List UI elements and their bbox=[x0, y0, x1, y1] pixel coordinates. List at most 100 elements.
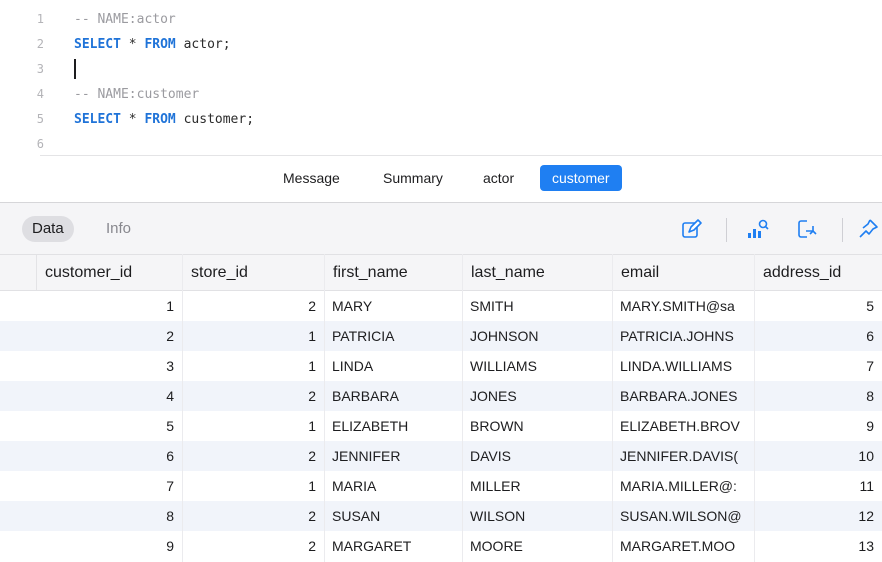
code-text: SELECT * FROM customer; bbox=[74, 107, 254, 132]
table-cell-first-name[interactable]: BARBARA bbox=[324, 381, 462, 411]
code-line[interactable]: 3 bbox=[0, 57, 882, 82]
code-line[interactable]: 1 -- NAME:actor bbox=[0, 7, 882, 32]
sql-text: actor; bbox=[175, 37, 231, 52]
table-cell-first-name[interactable]: PATRICIA bbox=[324, 321, 462, 351]
table-cell-email[interactable]: SUSAN.WILSON@ bbox=[612, 501, 754, 531]
line-number: 6 bbox=[36, 137, 44, 151]
table-cell-store-id[interactable]: 2 bbox=[182, 441, 324, 471]
table-row[interactable]: 6 2 JENNIFER DAVIS JENNIFER.DAVIS(10 bbox=[0, 441, 882, 471]
edit-icon[interactable] bbox=[680, 217, 704, 241]
table-cell-customer-id[interactable]: 2 bbox=[36, 321, 182, 351]
column-header-customer-id[interactable]: customer_id bbox=[36, 255, 182, 290]
column-divider bbox=[324, 254, 325, 562]
table-cell-last-name[interactable]: WILLIAMS bbox=[462, 351, 612, 381]
table-cell-last-name[interactable]: BROWN bbox=[462, 411, 612, 441]
table-cell-store-id[interactable]: 2 bbox=[182, 531, 324, 561]
table-cell-customer-id[interactable]: 4 bbox=[36, 381, 182, 411]
table-cell-last-name[interactable]: SMITH bbox=[462, 291, 612, 321]
table-cell-last-name[interactable]: DAVIS bbox=[462, 441, 612, 471]
table-cell-email[interactable]: JENNIFER.DAVIS( bbox=[612, 441, 754, 471]
pin-icon[interactable] bbox=[856, 217, 880, 241]
code-line[interactable]: 4 -- NAME:customer bbox=[0, 82, 882, 107]
editor-divider bbox=[40, 155, 882, 156]
table-cell-first-name[interactable]: MARGARET bbox=[324, 531, 462, 561]
table-cell-first-name[interactable]: SUSAN bbox=[324, 501, 462, 531]
table-row[interactable]: 4 2 BARBARA JONES BARBARA.JONES 8 bbox=[0, 381, 882, 411]
table-cell-first-name[interactable]: MARIA bbox=[324, 471, 462, 501]
line-number: 2 bbox=[36, 37, 44, 51]
table-cell-store-id[interactable]: 2 bbox=[182, 381, 324, 411]
code-text: -- NAME:actor bbox=[74, 7, 176, 32]
table-cell-email[interactable]: LINDA.WILLIAMS bbox=[612, 351, 754, 381]
code-line[interactable]: 2 SELECT * FROM actor; bbox=[0, 32, 882, 57]
table-cell-first-name[interactable]: MARY bbox=[324, 291, 462, 321]
table-cell-customer-id[interactable]: 5 bbox=[36, 411, 182, 441]
table-cell-last-name[interactable]: JONES bbox=[462, 381, 612, 411]
export-icon[interactable] bbox=[795, 217, 819, 241]
table-cell-address-id[interactable]: 11 bbox=[754, 471, 882, 501]
sql-editor[interactable]: 1 -- NAME:actor 2 SELECT * FROM actor; 3 4 -- … bbox=[0, 0, 882, 155]
table-cell-email[interactable]: MARGARET.MOO bbox=[612, 531, 754, 561]
toolbar-divider bbox=[842, 218, 843, 242]
column-header-last-name[interactable]: last_name bbox=[462, 255, 612, 290]
column-header-store-id[interactable]: store_id bbox=[182, 255, 324, 290]
table-cell-address-id[interactable]: 5 bbox=[754, 291, 882, 321]
table-cell-email[interactable]: MARY.SMITH@sa bbox=[612, 291, 754, 321]
table-row[interactable]: 5 1 ELIZABETH BROWN ELIZABETH.BROV 9 bbox=[0, 411, 882, 441]
table-cell-customer-id[interactable]: 7 bbox=[36, 471, 182, 501]
table-cell-email[interactable]: ELIZABETH.BROV bbox=[612, 411, 754, 441]
table-cell-store-id[interactable]: 1 bbox=[182, 321, 324, 351]
toolbar-divider bbox=[726, 218, 727, 242]
table-cell-first-name[interactable]: JENNIFER bbox=[324, 441, 462, 471]
table-cell-first-name[interactable]: ELIZABETH bbox=[324, 411, 462, 441]
data-view-button[interactable]: Data bbox=[22, 216, 74, 242]
table-cell-email[interactable]: PATRICIA.JOHNS bbox=[612, 321, 754, 351]
table-row[interactable]: 8 2 SUSAN WILSON SUSAN.WILSON@ 12 bbox=[0, 501, 882, 531]
table-cell-store-id[interactable]: 2 bbox=[182, 501, 324, 531]
table-cell-address-id[interactable]: 7 bbox=[754, 351, 882, 381]
table-cell-last-name[interactable]: MOORE bbox=[462, 531, 612, 561]
table-cell-email[interactable]: MARIA.MILLER@: bbox=[612, 471, 754, 501]
column-header-address-id[interactable]: address_id bbox=[754, 255, 882, 290]
table-cell-store-id[interactable]: 1 bbox=[182, 351, 324, 381]
table-row[interactable]: 7 1 MARIA MILLER MARIA.MILLER@: 11 bbox=[0, 471, 882, 501]
sql-keyword: FROM bbox=[144, 37, 176, 52]
tab-actor[interactable]: actor bbox=[483, 165, 514, 191]
table-cell-address-id[interactable]: 13 bbox=[754, 531, 882, 561]
table-cell-address-id[interactable]: 8 bbox=[754, 381, 882, 411]
table-row[interactable]: 3 1 LINDA WILLIAMS LINDA.WILLIAMS 7 bbox=[0, 351, 882, 381]
table-cell-last-name[interactable]: JOHNSON bbox=[462, 321, 612, 351]
code-line[interactable]: 5 SELECT * FROM customer; bbox=[0, 107, 882, 132]
column-header-email[interactable]: email bbox=[612, 255, 754, 290]
code-line[interactable]: 6 bbox=[0, 132, 882, 157]
column-header-first-name[interactable]: first_name bbox=[324, 255, 462, 290]
table-cell-last-name[interactable]: MILLER bbox=[462, 471, 612, 501]
result-toolbar: Data Info bbox=[0, 202, 882, 255]
sql-comment: -- NAME:customer bbox=[74, 87, 200, 102]
table-cell-address-id[interactable]: 10 bbox=[754, 441, 882, 471]
table-cell-last-name[interactable]: WILSON bbox=[462, 501, 612, 531]
table-cell-address-id[interactable]: 6 bbox=[754, 321, 882, 351]
tab-summary[interactable]: Summary bbox=[383, 165, 443, 191]
table-cell-customer-id[interactable]: 3 bbox=[36, 351, 182, 381]
tab-customer[interactable]: customer bbox=[540, 165, 622, 191]
column-divider bbox=[462, 254, 463, 562]
table-row[interactable]: 1 2 MARY SMITH MARY.SMITH@sa 5 bbox=[0, 291, 882, 321]
table-cell-email[interactable]: BARBARA.JONES bbox=[612, 381, 754, 411]
table-cell-address-id[interactable]: 12 bbox=[754, 501, 882, 531]
table-row[interactable]: 2 1 PATRICIA JOHNSON PATRICIA.JOHNS 6 bbox=[0, 321, 882, 351]
table-cell-customer-id[interactable]: 8 bbox=[36, 501, 182, 531]
code-text: SELECT * FROM actor; bbox=[74, 32, 231, 57]
table-cell-store-id[interactable]: 2 bbox=[182, 291, 324, 321]
table-cell-customer-id[interactable]: 6 bbox=[36, 441, 182, 471]
table-cell-first-name[interactable]: LINDA bbox=[324, 351, 462, 381]
table-cell-address-id[interactable]: 9 bbox=[754, 411, 882, 441]
info-view-button[interactable]: Info bbox=[96, 216, 141, 242]
table-row[interactable]: 9 2 MARGARET MOORE MARGARET.MOO 13 bbox=[0, 531, 882, 561]
tab-message[interactable]: Message bbox=[283, 165, 340, 191]
visualize-icon[interactable] bbox=[746, 217, 770, 241]
table-cell-store-id[interactable]: 1 bbox=[182, 471, 324, 501]
table-cell-customer-id[interactable]: 1 bbox=[36, 291, 182, 321]
table-cell-store-id[interactable]: 1 bbox=[182, 411, 324, 441]
table-cell-customer-id[interactable]: 9 bbox=[36, 531, 182, 561]
